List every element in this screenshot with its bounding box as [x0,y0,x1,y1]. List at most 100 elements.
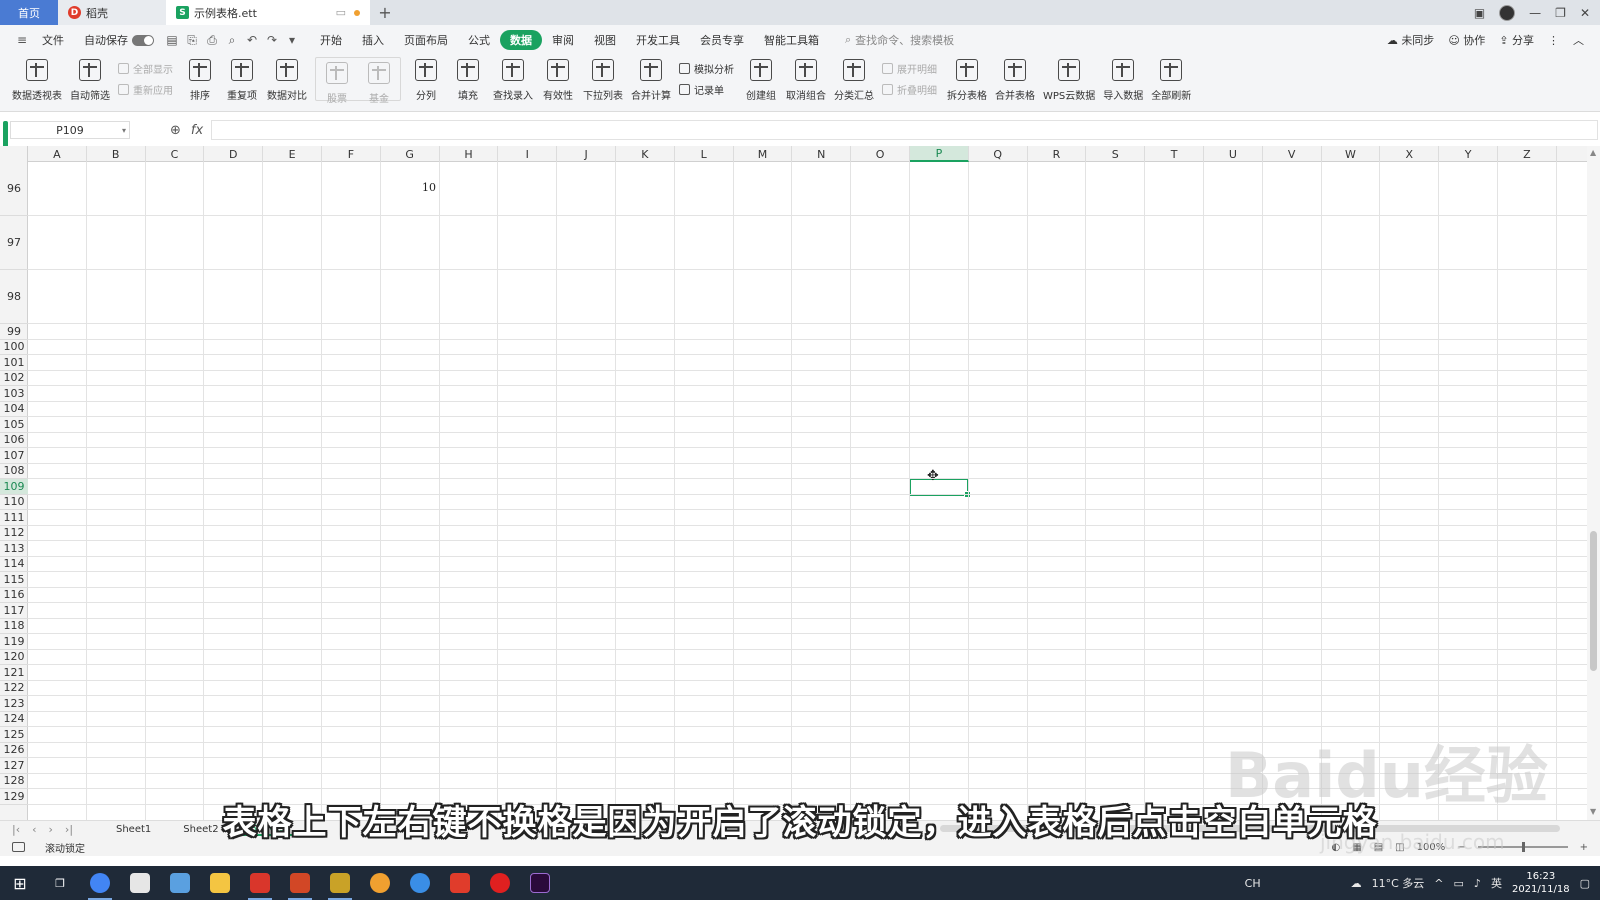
row-header-124[interactable]: 124 [0,712,28,727]
row-header-108[interactable]: 108 [0,464,28,479]
network-icon[interactable]: ▭ [1454,877,1464,890]
column-header-l[interactable]: L [675,146,734,162]
merge-table-button[interactable]: 合并表格 [991,55,1039,102]
row-header-125[interactable]: 125 [0,727,28,743]
autofilter-button[interactable]: 自动筛选 [66,55,114,102]
customize-dropdown-icon[interactable]: ▾ [282,33,302,47]
formula-input[interactable] [211,120,1598,140]
row-header-97[interactable]: 97 [0,216,28,270]
row-header-109[interactable]: 109 [0,479,28,495]
record-form-button[interactable]: 记录单 [679,82,734,97]
chevron-down-icon[interactable]: ▾ [122,126,126,135]
start-button[interactable]: ⊞ [0,866,40,900]
taskbar-app-6[interactable] [280,866,320,900]
taskbar-app-9[interactable] [400,866,440,900]
column-header-m[interactable]: M [734,146,793,162]
row-header-104[interactable]: 104 [0,402,28,417]
row-header-106[interactable]: 106 [0,433,28,448]
wps-cloud-data-button[interactable]: WPS云数据 [1039,55,1099,102]
sync-button[interactable]: ☁ 未同步 [1387,32,1435,48]
preview-icon[interactable]: ⌕ [222,33,242,48]
tab-file[interactable]: S 示例表格.ett ▭ [166,0,370,25]
column-header-s[interactable]: S [1086,146,1146,162]
weather-text[interactable]: 11°C 多云 [1372,875,1425,891]
stock-button[interactable]: 股票 [316,58,358,105]
column-header-y[interactable]: Y [1439,146,1498,162]
taskbar-app-3[interactable] [160,866,200,900]
autosave-toggle[interactable] [132,34,154,46]
compare-button[interactable]: 数据对比 [263,55,311,102]
taskbar-explorer[interactable] [200,866,240,900]
column-header-f[interactable]: F [322,146,381,162]
menu-data[interactable]: 数据 [500,30,542,50]
undo-icon[interactable]: ↶ [242,33,262,47]
scroll-up-icon[interactable]: ▲ [1590,148,1596,157]
row-header-112[interactable]: 112 [0,526,28,541]
taskbar-app-10[interactable] [440,866,480,900]
collapse-detail-button[interactable]: 折叠明细 [882,82,937,97]
taskbar-app-2[interactable] [120,866,160,900]
row-header-111[interactable]: 111 [0,510,28,526]
dropdown-list-button[interactable]: 下拉列表 [579,55,627,102]
fill-button[interactable]: 填充 [447,55,489,102]
row-header-122[interactable]: 122 [0,681,28,696]
ungroup-button[interactable]: 取消组合 [782,55,830,102]
row-header-121[interactable]: 121 [0,665,28,681]
column-header-q[interactable]: Q [969,146,1028,162]
column-header-j[interactable]: J [557,146,616,162]
taskbar-premiere[interactable] [520,866,560,900]
column-header-n[interactable]: N [792,146,852,162]
column-header-t[interactable]: T [1145,146,1204,162]
task-view-button[interactable]: ❐ [40,866,80,900]
create-group-button[interactable]: 创建组 [740,55,782,102]
row-header-105[interactable]: 105 [0,417,28,433]
reapply-button[interactable]: 重新应用 [118,82,173,97]
taskbar-app-8[interactable] [360,866,400,900]
column-header-u[interactable]: U [1204,146,1263,162]
spreadsheet-grid[interactable]: ABCDEFGHIJKLMNOPQRSTUVWXYZ 96 97 98 99 100 10… [0,146,1587,820]
restore-icon[interactable]: ❐ [1555,6,1566,20]
row-header-102[interactable]: 102 [0,371,28,386]
new-tab-button[interactable]: + [370,0,400,25]
column-header-v[interactable]: V [1263,146,1322,162]
row-header-100[interactable]: 100 [0,340,28,355]
column-header-w[interactable]: W [1322,146,1381,162]
menu-insert[interactable]: 插入 [352,30,394,50]
column-header-k[interactable]: K [616,146,675,162]
column-header-b[interactable]: B [87,146,146,162]
validity-button[interactable]: 有效性 [537,55,579,102]
volume-icon[interactable]: ♪ [1474,877,1481,890]
save-icon[interactable]: ▤ [162,33,182,47]
menu-formula[interactable]: 公式 [458,30,500,50]
column-header-z[interactable]: Z [1498,146,1557,162]
export-icon[interactable]: ⎘ [182,33,202,48]
hamburger-icon[interactable]: ≡ [12,33,32,47]
share-button[interactable]: ⇪ 分享 [1499,32,1534,48]
zoom-icon[interactable]: ⊕ [170,123,181,138]
fund-button[interactable]: 基金 [358,58,400,105]
column-header-h[interactable]: H [440,146,499,162]
refresh-all-button[interactable]: 全部刷新 [1147,55,1195,102]
taskbar-app-11[interactable] [480,866,520,900]
whatif-button[interactable]: 模拟分析 [679,61,734,76]
name-box[interactable]: P109 ▾ [10,121,130,139]
collab-button[interactable]: ☺ 协作 [1448,32,1485,48]
vertical-scroll-thumb[interactable] [1590,531,1597,671]
menu-smart-tools[interactable]: 智能工具箱 [754,30,829,50]
row-header-107[interactable]: 107 [0,448,28,464]
tray-expand-icon[interactable]: ^ [1434,877,1443,890]
input-method-indicator[interactable]: CH [1245,877,1261,890]
cell-g96[interactable]: 10 [380,181,436,194]
row-header-126[interactable]: 126 [0,743,28,758]
column-header-a[interactable]: A [28,146,87,162]
expand-detail-button[interactable]: 展开明细 [882,61,937,76]
row-header-116[interactable]: 116 [0,588,28,603]
menu-review[interactable]: 审阅 [542,30,584,50]
taskbar-chrome[interactable] [80,866,120,900]
row-header-123[interactable]: 123 [0,696,28,712]
split-column-button[interactable]: 分列 [405,55,447,102]
row-header-110[interactable]: 110 [0,495,28,510]
column-header-g[interactable]: G [381,146,440,162]
tab-daoke[interactable]: D 稻壳 [58,0,166,25]
collapse-ribbon-icon[interactable]: ︿ [1573,32,1584,48]
